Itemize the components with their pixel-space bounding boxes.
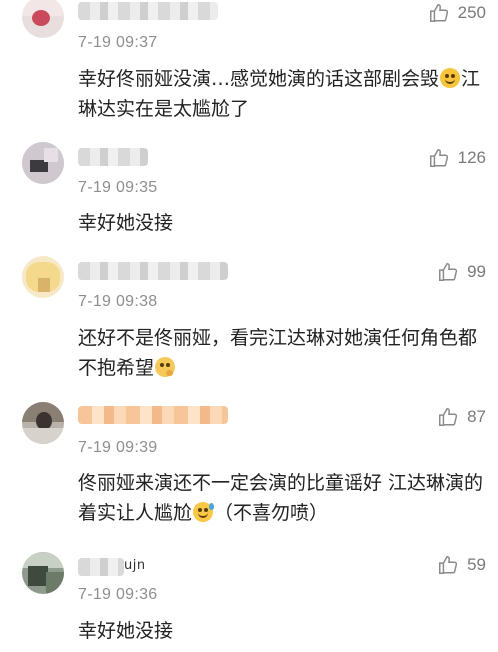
thumbs-up-icon: [439, 263, 458, 281]
username-blurred[interactable]: [78, 558, 124, 576]
username-blurred[interactable]: [78, 2, 218, 20]
comment-item: 250 7-19 09:37 幸好佟丽娅没演…感觉她演的话这部剧会毁 江琳达实在是…: [0, 0, 498, 140]
like-button[interactable]: 250: [428, 2, 486, 24]
like-count: 126: [457, 148, 486, 167]
comment-text: 幸好佟丽娅没演…感觉她演的话这部剧会毁 江琳达实在是太尴尬了: [78, 68, 481, 120]
comment-time: 7-19 09:35: [78, 179, 158, 196]
comment-time: 7-19 09:36: [78, 586, 158, 603]
comment-text: 幸好她没接: [78, 620, 174, 642]
avatar[interactable]: [22, 142, 64, 184]
avatar[interactable]: [22, 552, 64, 594]
username-suffix[interactable]: ujn: [124, 558, 146, 573]
thumbs-up-icon: [429, 149, 448, 167]
comment-time: 7-19 09:38: [78, 293, 158, 310]
comment-item: 126 7-19 09:35 幸好她没接: [0, 140, 498, 250]
like-count: 59: [467, 555, 486, 574]
avatar[interactable]: [22, 256, 64, 298]
avatar[interactable]: [22, 402, 64, 444]
thumbs-up-icon: [439, 556, 458, 574]
like-button[interactable]: 126: [428, 147, 486, 169]
comment-item: 87 7-19 09:39 佟丽娅来演还不一定会演的比童谣好 江达琳演的着实让人…: [0, 394, 498, 542]
username-blurred[interactable]: [78, 148, 148, 166]
username-blurred[interactable]: [78, 262, 228, 280]
avatar[interactable]: [22, 0, 64, 38]
sweat-smile-emoji: [193, 502, 215, 522]
like-button[interactable]: 59: [437, 554, 486, 576]
thumbs-up-icon: [429, 4, 448, 22]
thumbs-up-icon: [439, 408, 458, 426]
comment-time: 7-19 09:37: [78, 34, 158, 51]
like-button[interactable]: 99: [437, 261, 486, 283]
like-button[interactable]: 87: [437, 406, 486, 428]
laughing-tears-emoji: [440, 68, 461, 88]
like-count: 87: [467, 407, 486, 426]
like-count: 250: [457, 3, 486, 22]
comment-text: 还好不是佟丽娅，看完江达琳对她演任何角色都不抱希望: [78, 327, 478, 379]
comment-time: 7-19 09:39: [78, 439, 158, 456]
like-count: 99: [467, 262, 486, 281]
comment-text: 幸好她没接: [78, 212, 174, 234]
username-blurred[interactable]: [78, 406, 228, 424]
comment-text: 佟丽娅来演还不一定会演的比童谣好 江达琳演的着实让人尴尬 （不喜勿喷）: [78, 472, 484, 524]
thinking-face-emoji: [155, 357, 176, 377]
comment-item: ujn 59 7-19 09:36 幸好她没接: [0, 546, 498, 652]
comment-item: 99 7-19 09:38 还好不是佟丽娅，看完江达琳对她演任何角色都不抱希望: [0, 252, 498, 380]
